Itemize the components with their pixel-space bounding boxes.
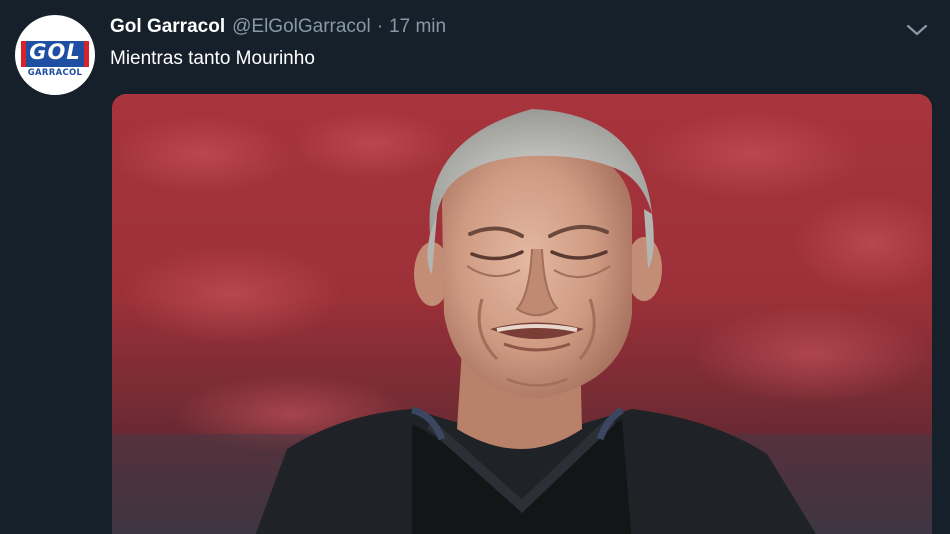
separator: · [376,16,384,37]
tweet-text: Mientras tanto Mourinho [110,48,315,69]
tweet-header: Gol Garracol @ElGolGarracol · 17 min [110,16,446,42]
timestamp[interactable]: 17 min [389,16,446,38]
user-handle[interactable]: @ElGolGarracol [232,16,371,38]
avatar-logo-subtext: GARRACOL [27,68,83,78]
avatar[interactable]: GOL GARRACOL [15,15,95,95]
tweet[interactable]: GOL GARRACOL Gol Garracol @ElGolGarracol… [0,0,950,534]
avatar-logo-text: GOL [29,40,81,64]
display-name[interactable]: Gol Garracol [110,16,225,38]
chevron-down-icon[interactable] [905,22,929,38]
tweet-media-image[interactable] [112,94,932,534]
